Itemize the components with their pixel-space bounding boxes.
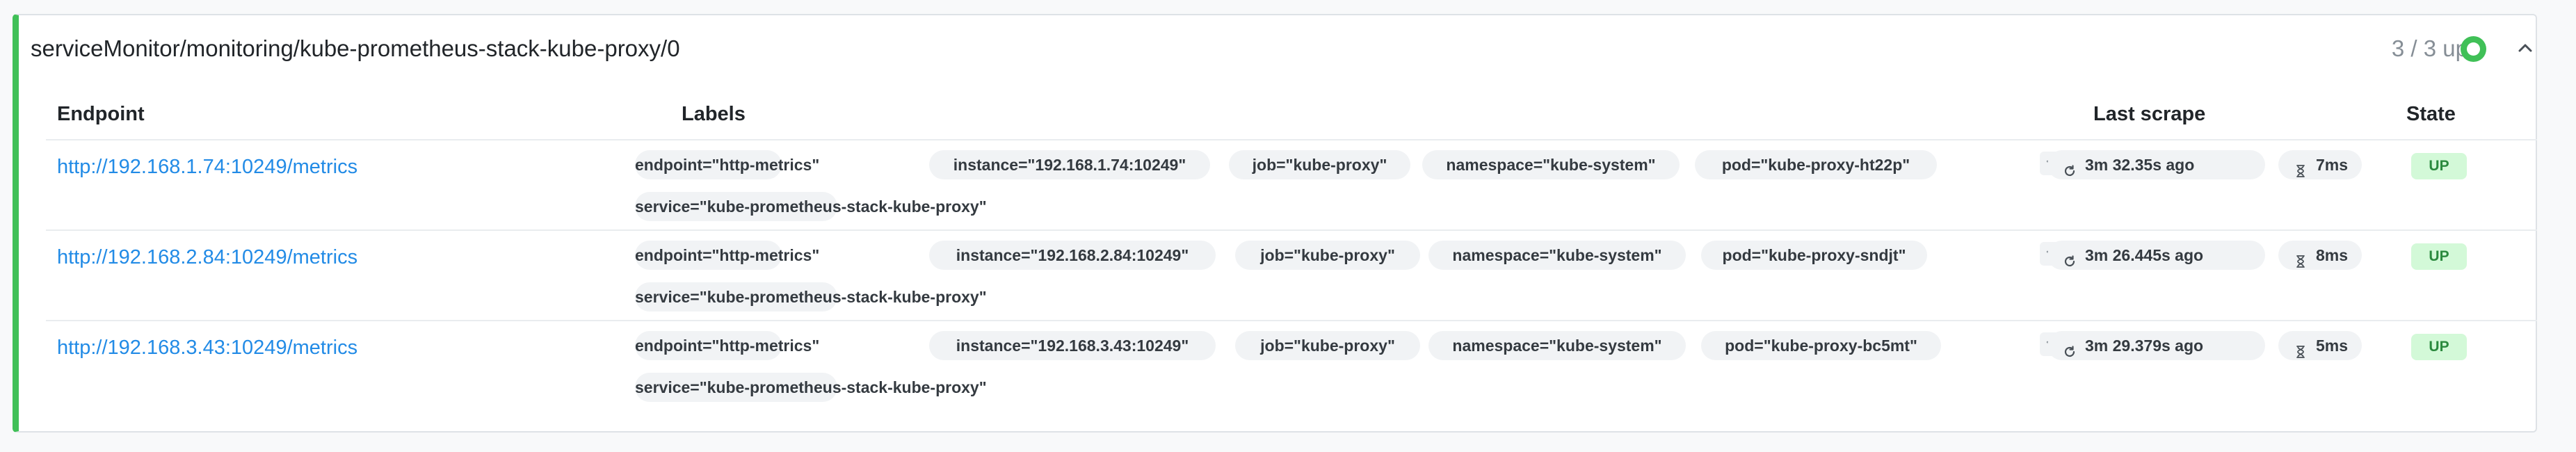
chevron-up-icon	[2518, 44, 2532, 52]
state-badge: UP	[2411, 243, 2467, 270]
label-chip: pod="kube-proxy-sndjt"	[1701, 241, 1927, 270]
label-chip: namespace="kube-system"	[1428, 241, 1686, 270]
last-scrape-chip: 3m 32.35s ago	[2047, 150, 2265, 179]
last-scrape-text: 3m 29.379s ago	[2085, 337, 2204, 355]
column-header-endpoint: Endpoint	[57, 103, 145, 125]
hourglass-icon	[2294, 339, 2308, 358]
label-chip: service="kube-prometheus-stack-kube-prox…	[635, 282, 987, 312]
label-chip: instance="192.168.3.43:10249"	[929, 331, 1216, 360]
label-chip: instance="192.168.2.84:10249"	[929, 241, 1216, 270]
table-row: http://192.168.2.84:10249/metrics endpoin…	[46, 229, 2537, 320]
label-chip: endpoint="http-metrics"	[635, 241, 819, 270]
label-chip: job="kube-proxy"	[1235, 241, 1420, 270]
last-scrape-chip: 3m 29.379s ago	[2047, 331, 2265, 360]
table-row: http://192.168.1.74:10249/metrics endpoin…	[46, 139, 2537, 229]
refresh-icon	[2063, 248, 2077, 267]
last-scrape-text: 3m 32.35s ago	[2085, 156, 2195, 174]
endpoint-link[interactable]: http://192.168.2.84:10249/metrics	[57, 245, 357, 270]
label-chip: service="kube-prometheus-stack-kube-prox…	[635, 192, 987, 221]
label-chip: pod="kube-proxy-ht22p"	[1695, 150, 1937, 179]
scrape-duration-chip: 5ms	[2278, 331, 2362, 360]
label-chip: job="kube-proxy"	[1229, 150, 1410, 179]
label-chip: service="kube-prometheus-stack-kube-prox…	[635, 373, 987, 402]
table-row: http://192.168.3.43:10249/metrics endpoin…	[46, 320, 2537, 410]
pool-status-text: 3 / 3 up	[2391, 35, 2468, 61]
scrape-duration-chip: 7ms	[2278, 150, 2362, 179]
label-chip: job="kube-proxy"	[1235, 331, 1420, 360]
endpoint-link[interactable]: http://192.168.1.74:10249/metrics	[57, 154, 357, 179]
last-scrape-chip: 3m 26.445s ago	[2047, 241, 2265, 270]
column-header-labels: Labels	[682, 103, 746, 125]
label-chip: pod="kube-proxy-bc5mt"	[1701, 331, 1941, 360]
refresh-icon	[2063, 339, 2077, 357]
state-badge: UP	[2411, 153, 2467, 179]
endpoint-link[interactable]: http://192.168.3.43:10249/metrics	[57, 335, 357, 360]
column-header-last-scrape: Last scrape	[2093, 103, 2206, 125]
state-badge: UP	[2411, 334, 2467, 360]
label-chip: namespace="kube-system"	[1422, 150, 1680, 179]
scrape-duration-text: 7ms	[2316, 156, 2349, 174]
label-chip: endpoint="http-metrics"	[635, 331, 819, 360]
refresh-icon	[2063, 158, 2077, 177]
scrape-duration-text: 8ms	[2316, 246, 2349, 264]
label-chip: namespace="kube-system"	[1428, 331, 1686, 360]
scrape-duration-text: 5ms	[2316, 337, 2349, 355]
hourglass-icon	[2294, 158, 2308, 177]
label-chip: endpoint="http-metrics"	[635, 150, 819, 179]
collapse-button[interactable]	[2511, 34, 2539, 62]
health-status-icon	[2461, 36, 2486, 62]
label-chip: instance="192.168.1.74:10249"	[929, 150, 1210, 179]
column-header-state: State	[2406, 103, 2456, 125]
hourglass-icon	[2294, 248, 2308, 268]
pool-title: serviceMonitor/monitoring/kube-prometheu…	[31, 35, 680, 61]
scrape-duration-chip: 8ms	[2278, 241, 2362, 270]
last-scrape-text: 3m 26.445s ago	[2085, 246, 2204, 264]
